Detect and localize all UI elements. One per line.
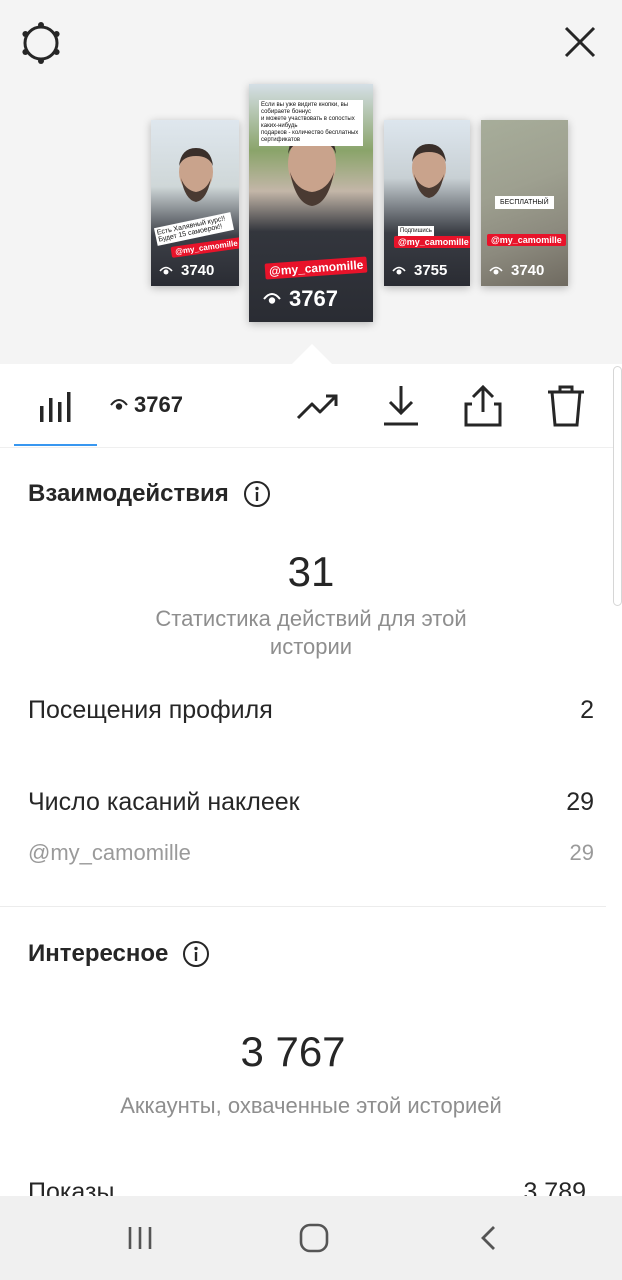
views-count: 3767 [289,286,338,311]
person-silhouette [412,144,446,198]
eye-icon [263,293,281,304]
views-count: 3755 [414,262,448,279]
eye-icon [159,266,173,274]
share-icon [464,384,502,427]
promote-button[interactable] [296,388,340,424]
section-divider [0,906,606,907]
section-title-text: Взаимодействия [28,480,229,507]
profile-visits-label: Посещения профиля [28,696,273,724]
close-button[interactable] [560,22,600,62]
insights-tab[interactable] [36,388,76,424]
mention-sticker-value: 29 [569,840,594,865]
caption-line: и можете участвовать в сопостых каких-ни… [261,116,355,129]
interactions-section-title: Взаимодействия [28,480,271,508]
interactions-subtitle: Статистика действий для этой истории [155,606,467,659]
selected-pointer [292,344,332,364]
caption-line: Если вы уже видите кнопки, вы собираете … [261,102,349,115]
delete-button[interactable] [546,384,586,428]
section-title-text: Интересное [28,940,169,967]
system-nav-bar [0,1196,622,1280]
caption-line: подарков - количество бесплатных сертифи… [261,130,359,143]
caption-line: Подпишись [400,228,432,234]
eye-icon [392,266,406,274]
back-icon [481,1226,495,1250]
mention-sticker: @my_camomille [394,236,470,248]
recent-apps-icon [128,1227,152,1249]
discovery-section-title: Интересное [28,940,210,968]
reach-total: 3 767 [240,1028,346,1075]
sticker-taps-value: 29 [566,788,594,816]
mention-sticker-label: @my_camomille [28,840,191,865]
recent-apps-button[interactable] [126,1224,154,1252]
active-tab-indicator [14,444,97,446]
info-icon[interactable] [182,940,210,968]
sticker-taps-label: Число касаний наклеек [28,788,300,816]
story-thumbnail-1[interactable]: Есть Халявный курс!! Будет 15 самоерок!!… [151,120,239,286]
viewers-count: 3767 [134,392,183,417]
story-caption: Если вы уже видите кнопки, вы собираете … [259,100,363,146]
share-button[interactable] [464,384,502,428]
trash-icon [548,385,584,427]
reach-subtitle: Аккаунты, охваченные этой историей [120,1093,502,1118]
eye-icon [489,266,503,274]
back-button[interactable] [478,1224,500,1252]
views-count: 3740 [181,262,215,279]
viewers-tab[interactable]: 3767 [110,392,183,418]
settings-button[interactable] [18,20,64,66]
story-thumbnail-4[interactable]: БЕСПЛАТНЫЙ @my_camomille 3740 [481,120,568,286]
views-count: 3740 [511,262,545,279]
profile-visits-value: 2 [580,696,594,724]
interactions-total: 31 [287,548,335,595]
download-icon [384,386,418,426]
story-caption: БЕСПЛАТНЫЙ [495,196,554,209]
download-button[interactable] [382,384,420,428]
info-icon[interactable] [243,480,271,508]
close-icon [564,26,596,58]
bar-chart-icon [40,392,71,422]
person-silhouette [179,148,213,202]
mention-sticker: @my_camomille [487,234,566,246]
gear-icon [22,22,60,64]
story-views: 3740 [489,262,544,279]
trend-up-icon [296,394,338,420]
story-thumbnail-2-selected[interactable]: Если вы уже видите кнопки, вы собираете … [249,84,373,322]
caption-line: БЕСПЛАТНЫЙ [500,199,549,206]
story-views: 3767 [263,286,338,312]
home-button[interactable] [299,1223,329,1253]
home-icon [299,1223,329,1253]
eye-icon [110,399,128,410]
story-views: 3755 [392,262,447,279]
story-views: 3740 [159,262,214,279]
story-thumbnail-3[interactable]: Подпишись @my_camomille 3755 [384,120,470,286]
scrollbar[interactable] [613,366,622,606]
